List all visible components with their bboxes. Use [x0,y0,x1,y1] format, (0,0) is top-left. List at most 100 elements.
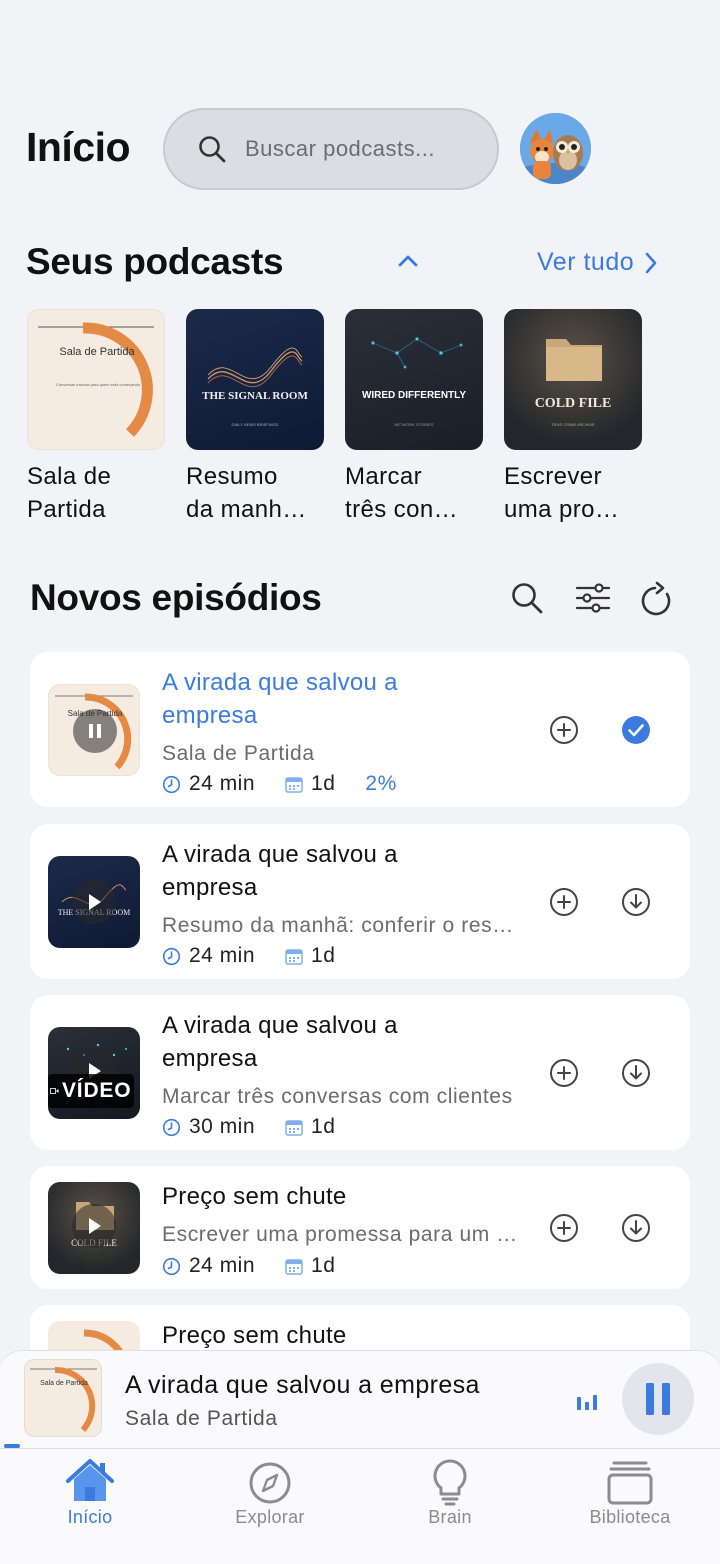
filter-icon[interactable] [574,580,612,616]
podcast-tile-label: Resumo da manh… [186,463,307,523]
episode-title: Preço sem chute [162,1322,347,1349]
episode-title: Preço sem chute [162,1183,347,1210]
equalizer-icon [576,1389,598,1411]
episode-title: A virada que salvou a empresa [162,1012,398,1072]
tab-label: Explorar [235,1507,305,1527]
mini-player-subtitle: Sala de Partida [125,1407,278,1430]
episode-title: A virada que salvou a empresa [162,841,398,901]
episode-thumbnail: VÍDEO [48,1027,140,1119]
tab-bar: Início Explorar Brain Biblioteca [0,1448,720,1564]
search-icon [197,134,227,164]
cover-tagline: DAILY NEWS BRIEFINGS [231,422,279,427]
calendar-icon [285,948,303,965]
podcast-tile-wired-differently[interactable]: WIRED DIFFERENTLY NETWORK STORIES [345,309,483,450]
compass-icon [244,1455,296,1507]
cover-title: Sala de Partida [40,1380,88,1387]
download-icon[interactable] [621,887,651,917]
download-icon[interactable] [621,1058,651,1088]
tab-label: Brain [428,1507,472,1527]
episode-podcast: Marcar três conversas com clientes [162,1085,513,1108]
episode-title: A virada que salvou a empresa [162,669,398,729]
play-icon [86,1217,102,1235]
cover-title: COLD FILE [534,396,612,411]
play-overlay[interactable] [72,1204,116,1248]
add-to-queue-icon[interactable] [549,887,579,917]
search-input[interactable] [245,136,485,162]
cover-tagline: NETWORK STORIES [394,422,434,427]
episode-podcast: Resumo da manhã: conferir o resumo de ho… [162,914,524,937]
pause-overlay[interactable] [73,709,117,753]
video-icon [50,1087,59,1095]
chevron-up-icon[interactable] [396,252,420,270]
tab-biblioteca[interactable]: Biblioteca [540,1449,720,1549]
podcast-tile-cold-file[interactable]: COLD FILE TRUE CRIME ARCHIVE [504,309,642,450]
clock-icon [162,1118,181,1137]
tab-label: Início [67,1507,113,1527]
tab-explorar[interactable]: Explorar [180,1449,360,1549]
play-icon [86,893,102,911]
chevron-right-icon [644,251,658,275]
page-title: Início [26,124,131,170]
tab-brain[interactable]: Brain [360,1449,540,1549]
episode-thumbnail: THE SIGNAL ROOM [48,856,140,948]
episode-meta: 24 min 1d 2% [162,772,397,796]
episode-card[interactable]: COLD FILE Preço sem chute Escrever uma p… [30,1166,690,1289]
podcast-tile-sala-de-partida[interactable]: Sala de Partida Conversas francas para q… [27,309,165,450]
podcast-tile-signal-room[interactable]: THE SIGNAL ROOM DAILY NEWS BRIEFINGS [186,309,324,450]
pause-button[interactable] [622,1363,694,1435]
episode-card[interactable]: THE SIGNAL ROOM A virada que salvou a em… [30,824,690,979]
episode-duration: 24 min [189,944,256,967]
mini-player[interactable]: Sala de Partida A virada que salvou a em… [0,1350,720,1450]
add-to-queue-icon[interactable] [549,715,579,745]
downloaded-check-icon[interactable] [621,715,651,745]
add-to-queue-icon[interactable] [549,1213,579,1243]
episode-age: 1d [311,1115,336,1138]
mini-player-artwork: Sala de Partida [24,1359,102,1437]
new-episodes-title: Novos episódios [30,577,322,618]
avatar[interactable] [520,113,591,184]
home-icon [64,1455,116,1507]
calendar-icon [285,776,303,793]
episode-age: 1d [311,944,336,967]
episode-thumbnail: COLD FILE [48,1182,140,1274]
episode-thumbnail: Sala de Partida [48,684,140,776]
clock-icon [162,775,181,794]
mini-player-title: A virada que salvou a empresa [125,1371,480,1399]
library-icon [604,1455,656,1507]
play-overlay[interactable] [72,880,116,924]
your-podcasts-title: Seus podcasts [26,241,284,282]
refresh-icon[interactable] [639,580,675,618]
podcast-tile-label: Escrever uma pro… [504,463,620,523]
episode-podcast: Escrever uma promessa para um cliente [162,1223,524,1246]
pause-icon [88,723,102,739]
cover-title: WIRED DIFFERENTLY [361,390,467,401]
podcast-tile-label: Sala de Partida [27,463,112,523]
episode-duration: 30 min [189,1115,256,1138]
clock-icon [162,947,181,966]
calendar-icon [285,1258,303,1275]
episode-card[interactable]: Sala de Partida A virada que salvou a em… [30,652,690,807]
video-badge: VÍDEO [48,1074,134,1108]
add-to-queue-icon[interactable] [549,1058,579,1088]
tab-inicio[interactable]: Início [0,1449,180,1549]
cover-title: Sala de Partida [59,346,135,358]
episode-age: 1d [311,1254,336,1277]
search-bar[interactable] [163,108,499,190]
cover-title: THE SIGNAL ROOM [202,390,308,402]
episode-meta: 24 min 1d [162,1254,335,1278]
episode-duration: 24 min [189,1254,256,1277]
download-icon[interactable] [621,1213,651,1243]
pause-icon [644,1382,672,1416]
calendar-icon [285,1119,303,1136]
search-icon[interactable] [509,580,545,616]
see-all-link[interactable]: Ver tudo [537,248,658,277]
episode-age: 1d [311,772,336,795]
episode-card[interactable]: VÍDEO A virada que salvou a empresa Marc… [30,995,690,1150]
episode-duration: 24 min [189,772,256,795]
see-all-label: Ver tudo [537,248,635,276]
clock-icon [162,1257,181,1276]
episode-meta: 30 min 1d [162,1115,335,1139]
podcast-tile-label: Marcar três con… [345,463,458,523]
tab-label: Biblioteca [589,1507,671,1527]
episode-progress: 2% [365,772,397,795]
